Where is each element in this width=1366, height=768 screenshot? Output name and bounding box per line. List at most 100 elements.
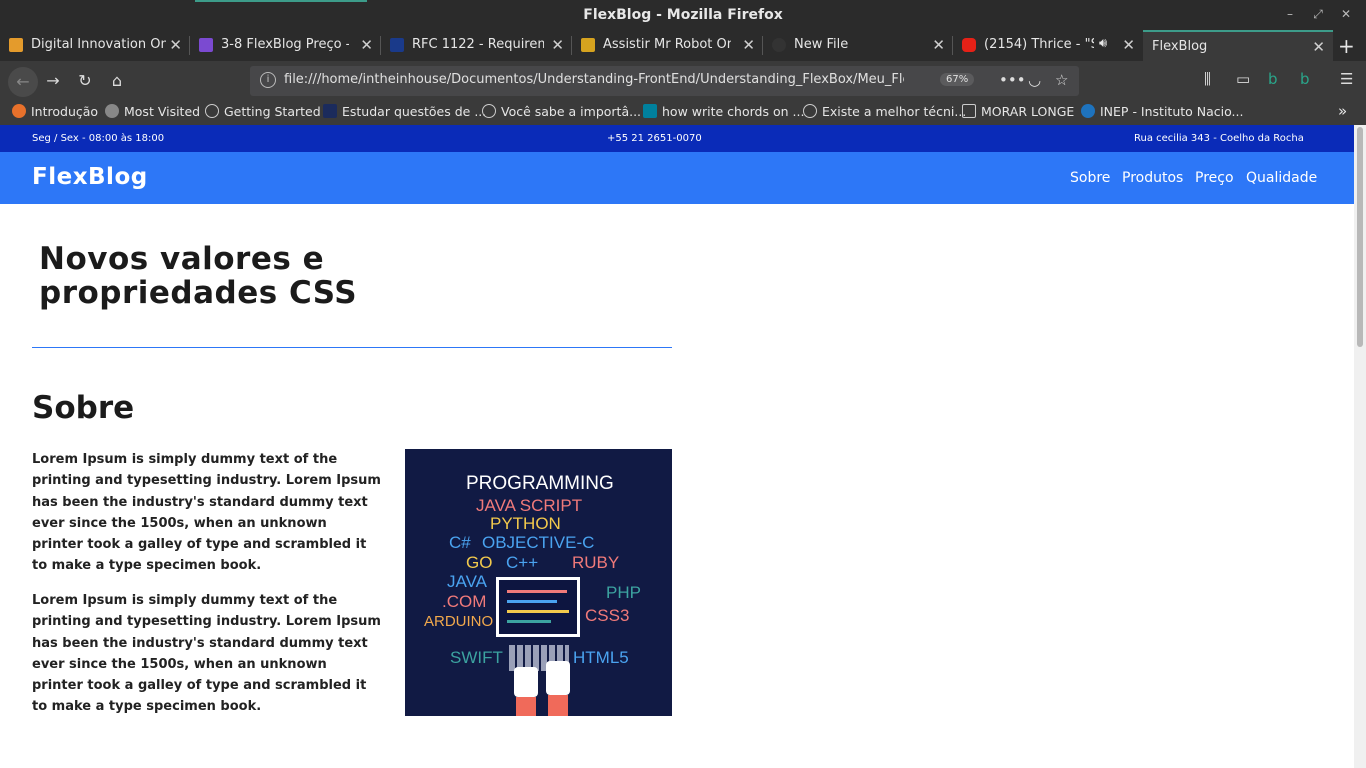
tab-mr-robot[interactable]: Assistir Mr Robot Online ✕ xyxy=(572,30,763,61)
back-button[interactable]: ← xyxy=(8,67,38,97)
menu-link-qualidade[interactable]: Qualidade xyxy=(1246,170,1317,186)
tab-label: New File xyxy=(794,37,849,52)
menu-link-preco[interactable]: Preço xyxy=(1195,170,1234,186)
url-text[interactable]: file:///home/intheinhouse/Documentos/Und… xyxy=(284,72,904,87)
bing-extension-icon-2[interactable]: b xyxy=(1300,70,1310,88)
bookmark-most-visited[interactable]: Most Visited xyxy=(105,104,200,119)
site-header: FlexBlog Sobre Produtos Preço Qualidade xyxy=(0,152,1354,204)
img-word: OBJECTIVE-C xyxy=(482,533,595,552)
divider xyxy=(32,347,672,348)
img-word: ARDUINO xyxy=(424,613,494,630)
tab-flexblog-preco[interactable]: 3-8 FlexBlog Preço - CSS ✕ xyxy=(190,30,381,61)
scrollbar-thumb[interactable] xyxy=(1357,127,1363,347)
sleeve-icon xyxy=(516,697,536,716)
address: Rua cecilia 343 - Coelho da Rocha xyxy=(1134,133,1304,144)
globe-icon xyxy=(482,104,496,118)
library-icon[interactable]: ⫼ xyxy=(1204,70,1211,88)
bookmark-chords[interactable]: how write chords on ... xyxy=(643,104,804,119)
bookmark-morar-longe[interactable]: MORAR LONGE xyxy=(962,104,1074,119)
firefox-icon xyxy=(12,104,26,118)
page-headline: Novos valores e propriedades CSS xyxy=(39,241,358,311)
tab-favicon-icon xyxy=(9,38,23,52)
tab-favicon-icon xyxy=(581,38,595,52)
web-page: Seg / Sex - 08:00 às 18:00 +55 21 2651-0… xyxy=(0,125,1354,768)
tab-flexblog[interactable]: FlexBlog ✕ xyxy=(1143,30,1333,61)
tab-close-icon[interactable]: ✕ xyxy=(932,36,945,54)
bookmark-inep[interactable]: INEP - Instituto Nacio... xyxy=(1081,104,1243,119)
url-bar[interactable]: i file:///home/intheinhouse/Documentos/U… xyxy=(250,66,1079,96)
monitor-icon xyxy=(496,577,580,637)
info-icon[interactable]: i xyxy=(260,72,276,88)
fd-icon xyxy=(323,104,337,118)
tab-close-icon[interactable]: ✕ xyxy=(360,36,373,54)
speaker-icon[interactable]: 🔊︎ xyxy=(1099,36,1107,51)
bookmarks-overflow-icon[interactable]: » xyxy=(1338,102,1347,120)
bookmark-melhor-tecnica[interactable]: Existe a melhor técni... xyxy=(803,104,966,119)
opening-hours: Seg / Sex - 08:00 às 18:00 xyxy=(32,133,165,144)
menu-link-produtos[interactable]: Produtos xyxy=(1122,170,1183,186)
page-actions-icon[interactable]: ••• xyxy=(999,71,1026,89)
tab-new-file[interactable]: New File ✕ xyxy=(763,30,953,61)
menu-icon[interactable]: ☰ xyxy=(1340,70,1353,88)
bookmark-star-icon[interactable]: ☆ xyxy=(1055,71,1068,89)
forward-button[interactable]: → xyxy=(42,70,64,92)
window-titlebar: FlexBlog - Mozilla Firefox – ⤢ ✕ xyxy=(0,0,1366,30)
window-title: FlexBlog - Mozilla Firefox xyxy=(583,7,783,23)
github-icon xyxy=(772,38,786,52)
tab-close-icon[interactable]: ✕ xyxy=(551,36,564,54)
reload-button[interactable]: ↻ xyxy=(74,70,96,92)
page-scrollbar[interactable] xyxy=(1354,125,1366,768)
globe-icon xyxy=(803,104,817,118)
menu-link-sobre[interactable]: Sobre xyxy=(1070,170,1110,186)
titlebar-accent xyxy=(195,0,367,2)
bookmarks-toolbar: Introdução Most Visited Getting Started … xyxy=(0,101,1366,125)
home-button[interactable]: ⌂ xyxy=(106,70,128,92)
tab-bar: Digital Innovation One ✕ 3-8 FlexBlog Pr… xyxy=(0,30,1366,61)
gear-icon xyxy=(105,104,119,118)
tab-rfc-1122[interactable]: RFC 1122 - Requirements ✕ xyxy=(381,30,572,61)
img-word: C# xyxy=(449,533,471,552)
img-word: PROGRAMMING xyxy=(466,473,614,494)
tab-close-icon[interactable]: ✕ xyxy=(1122,36,1135,54)
tab-label: 3-8 FlexBlog Preço - CSS xyxy=(221,37,349,52)
tab-youtube-thrice[interactable]: (2154) Thrice - "Stu 🔊︎ ✕ xyxy=(953,30,1143,61)
tab-close-icon[interactable]: ✕ xyxy=(742,36,755,54)
minimize-button[interactable]: – xyxy=(1282,6,1298,22)
pocket-icon[interactable]: ◡ xyxy=(1028,71,1041,89)
zoom-badge[interactable]: 67% xyxy=(940,73,975,86)
tab-label: FlexBlog xyxy=(1152,39,1208,54)
section-title: Sobre xyxy=(32,390,135,426)
tab-label: RFC 1122 - Requirements xyxy=(412,37,544,52)
folder-icon xyxy=(962,104,976,118)
tab-label: (2154) Thrice - "Stu xyxy=(984,37,1094,52)
bookmark-getting-started[interactable]: Getting Started xyxy=(205,104,321,119)
paragraph-2: Lorem Ipsum is simply dummy text of the … xyxy=(32,593,381,715)
tab-close-icon[interactable]: ✕ xyxy=(169,36,182,54)
bing-extension-icon[interactable]: b xyxy=(1268,70,1278,88)
site-logo[interactable]: FlexBlog xyxy=(32,164,148,190)
bookmark-estudar[interactable]: Estudar questões de ... xyxy=(323,104,486,119)
close-window-button[interactable]: ✕ xyxy=(1338,6,1354,22)
bookmark-introducao[interactable]: Introdução xyxy=(12,104,98,119)
programming-illustration: PROGRAMMING JAVA SCRIPT PYTHON C# OBJECT… xyxy=(405,449,672,716)
img-word: RUBY xyxy=(572,553,620,572)
maximize-button[interactable]: ⤢ xyxy=(1310,6,1326,22)
globe-icon xyxy=(205,104,219,118)
img-word: JAVA xyxy=(447,572,487,591)
tab-close-icon[interactable]: ✕ xyxy=(1312,38,1325,56)
bookmark-voce-sabe[interactable]: Você sabe a importâ... xyxy=(482,104,641,119)
tab-label: Assistir Mr Robot Online xyxy=(603,37,731,52)
img-word: CSS3 xyxy=(585,606,630,625)
tab-favicon-icon xyxy=(390,38,404,52)
img-word: C++ xyxy=(506,553,539,572)
site-topbar: Seg / Sex - 08:00 às 18:00 +55 21 2651-0… xyxy=(0,125,1354,152)
tab-favicon-icon xyxy=(199,38,213,52)
img-word: .COM xyxy=(442,592,487,611)
tab-digital-innovation[interactable]: Digital Innovation One ✕ xyxy=(0,30,190,61)
new-tab-button[interactable]: + xyxy=(1338,34,1355,58)
paragraph-1: Lorem Ipsum is simply dummy text of the … xyxy=(32,452,381,574)
sidebar-icon[interactable]: ▭ xyxy=(1236,70,1250,88)
navigation-toolbar: ← → ↻ ⌂ i file:///home/intheinhouse/Docu… xyxy=(0,61,1366,101)
phone-number: +55 21 2651-0070 xyxy=(607,133,702,144)
ie-icon xyxy=(1081,104,1095,118)
